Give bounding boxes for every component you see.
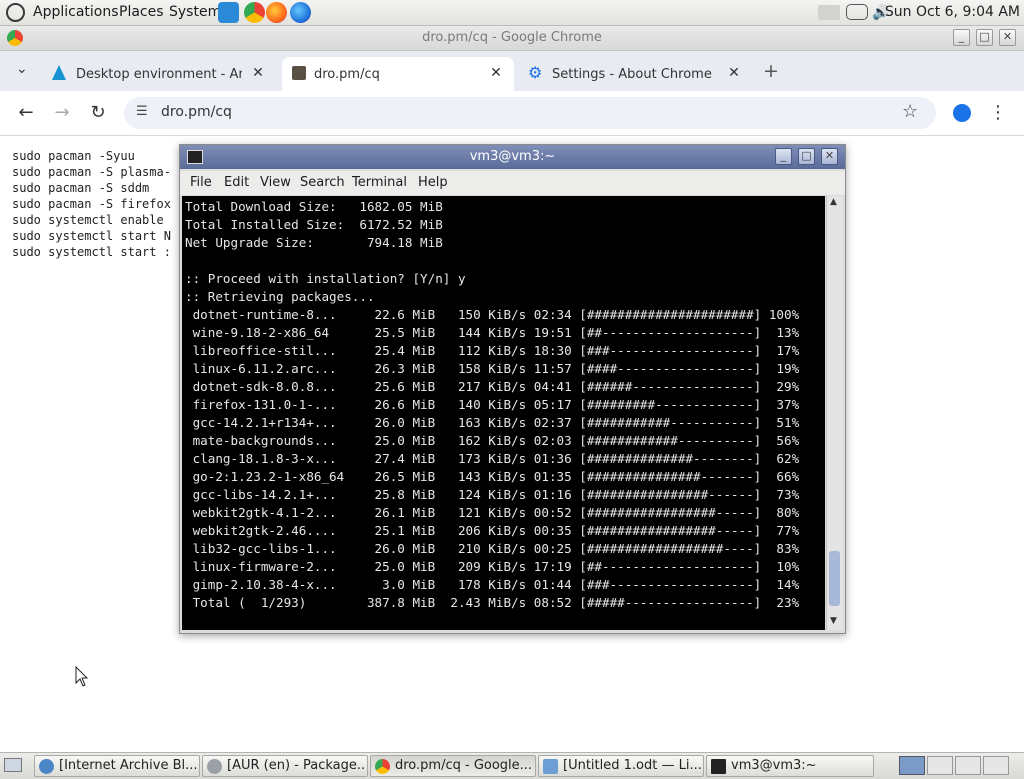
browser-icon xyxy=(39,759,54,774)
tab-close-icon[interactable]: ✕ xyxy=(250,65,266,81)
site-info-icon[interactable]: ☰ xyxy=(136,104,148,119)
chrome-titlebar[interactable]: dro.pm/cq - Google Chrome _ □ ✕ xyxy=(0,26,1024,51)
menu-edit[interactable]: Edit xyxy=(224,175,249,190)
workspace-1[interactable] xyxy=(899,756,925,775)
document-icon xyxy=(543,759,558,774)
tab-search-chevron-icon[interactable]: ⌄ xyxy=(16,61,28,77)
tab-close-icon[interactable]: ✕ xyxy=(488,65,504,81)
system-menu[interactable]: System xyxy=(169,0,221,25)
vscode-launcher-icon[interactable] xyxy=(218,2,239,23)
workspace-2[interactable] xyxy=(927,756,953,775)
task-terminal[interactable]: vm3@vm3:~ xyxy=(706,755,874,777)
firefox-launcher-icon[interactable] xyxy=(266,2,287,23)
terminal-output: Total Download Size: 1682.05 MiB Total I… xyxy=(185,199,800,610)
scroll-down-arrow-icon[interactable]: ▼ xyxy=(830,616,837,626)
tab-settings[interactable]: ⚙ Settings - About Chrome ✕ xyxy=(520,57,752,91)
maximize-button[interactable]: □ xyxy=(976,29,993,46)
terminal-screen[interactable]: Total Download Size: 1682.05 MiB Total I… xyxy=(182,196,825,630)
forward-button[interactable]: → xyxy=(49,100,75,126)
task-libreoffice[interactable]: [Untitled 1.odt — Li... xyxy=(538,755,704,777)
firefox-dev-launcher-icon[interactable] xyxy=(290,2,311,23)
chrome-icon xyxy=(375,759,390,774)
new-tab-button[interactable]: + xyxy=(763,60,779,82)
close-window-button[interactable]: ✕ xyxy=(999,29,1016,46)
menu-terminal[interactable]: Terminal xyxy=(352,175,407,190)
bookmark-star-icon[interactable]: ☆ xyxy=(902,101,918,122)
terminal-titlebar[interactable]: vm3@vm3:~ _ □ ✕ xyxy=(180,145,845,169)
terminal-scrollbar[interactable]: ▲ ▼ xyxy=(826,196,843,630)
clock[interactable]: Sun Oct 6, 9:04 AM xyxy=(885,0,1020,25)
notification-area xyxy=(818,5,840,20)
menu-view[interactable]: View xyxy=(260,175,291,190)
mouse-pointer-icon xyxy=(75,666,89,687)
terminal-maximize-button[interactable]: □ xyxy=(798,148,815,165)
taskbar: [Internet Archive Bl... [AUR (en) - Pack… xyxy=(0,752,1024,779)
scrollbar-thumb[interactable] xyxy=(829,551,840,606)
scroll-up-arrow-icon[interactable]: ▲ xyxy=(830,197,837,207)
places-menu[interactable]: Places xyxy=(119,0,164,25)
workspace-4[interactable] xyxy=(983,756,1009,775)
tab-close-icon[interactable]: ✕ xyxy=(726,65,742,81)
arch-favicon-icon xyxy=(52,65,66,80)
menu-file[interactable]: File xyxy=(190,175,212,190)
terminal-window[interactable]: vm3@vm3:~ _ □ ✕ File Edit View Search Te… xyxy=(179,144,846,634)
url-text[interactable]: dro.pm/cq xyxy=(161,104,232,120)
tab-desktop-environment[interactable]: Desktop environment - Arch ✕ xyxy=(42,57,278,91)
tabstrip: ⌄ Desktop environment - Arch ✕ dro.pm/cq… xyxy=(0,51,1024,91)
chrome-launcher-icon[interactable] xyxy=(244,2,265,23)
terminal-menubar: File Edit View Search Terminal Help xyxy=(180,171,845,195)
task-dro-pm-chrome[interactable]: dro.pm/cq - Google... xyxy=(370,755,536,777)
chrome-icon xyxy=(207,759,222,774)
terminal-close-button[interactable]: ✕ xyxy=(821,148,838,165)
chrome-window-title: dro.pm/cq - Google Chrome xyxy=(422,30,602,45)
reload-button[interactable]: ↻ xyxy=(85,100,111,126)
page-favicon-icon xyxy=(292,66,306,80)
settings-gear-icon: ⚙ xyxy=(528,63,543,82)
applications-menu[interactable]: Applications xyxy=(33,0,119,25)
back-button[interactable]: ← xyxy=(13,100,39,126)
profile-avatar-icon[interactable] xyxy=(953,104,971,122)
menu-search[interactable]: Search xyxy=(300,175,345,190)
minimize-button[interactable]: _ xyxy=(953,29,970,46)
top-panel: Applications Places System 🔊 Sun Oct 6, … xyxy=(0,0,1024,26)
terminal-window-title: vm3@vm3:~ xyxy=(469,149,556,164)
terminal-icon xyxy=(711,759,726,774)
keyboard-indicator-icon[interactable] xyxy=(846,4,868,20)
chrome-menu-icon[interactable]: ⋮ xyxy=(985,100,1011,126)
task-internet-archive[interactable]: [Internet Archive Bl... xyxy=(34,755,200,777)
distro-logo-icon[interactable] xyxy=(6,3,25,22)
terminal-minimize-button[interactable]: _ xyxy=(775,148,792,165)
menu-help[interactable]: Help xyxy=(418,175,448,190)
workspace-3[interactable] xyxy=(955,756,981,775)
command-list-text: sudo pacman -Syuu sudo pacman -S plasma-… xyxy=(12,149,171,259)
address-bar[interactable]: ☰ dro.pm/cq ☆ xyxy=(124,97,936,129)
task-aur[interactable]: [AUR (en) - Package... xyxy=(202,755,368,777)
chrome-toolbar: ← → ↻ ☰ dro.pm/cq ☆ ⋮ xyxy=(0,91,1024,136)
show-desktop-icon[interactable] xyxy=(4,758,22,772)
tab-dro-pm[interactable]: dro.pm/cq ✕ xyxy=(282,57,514,91)
